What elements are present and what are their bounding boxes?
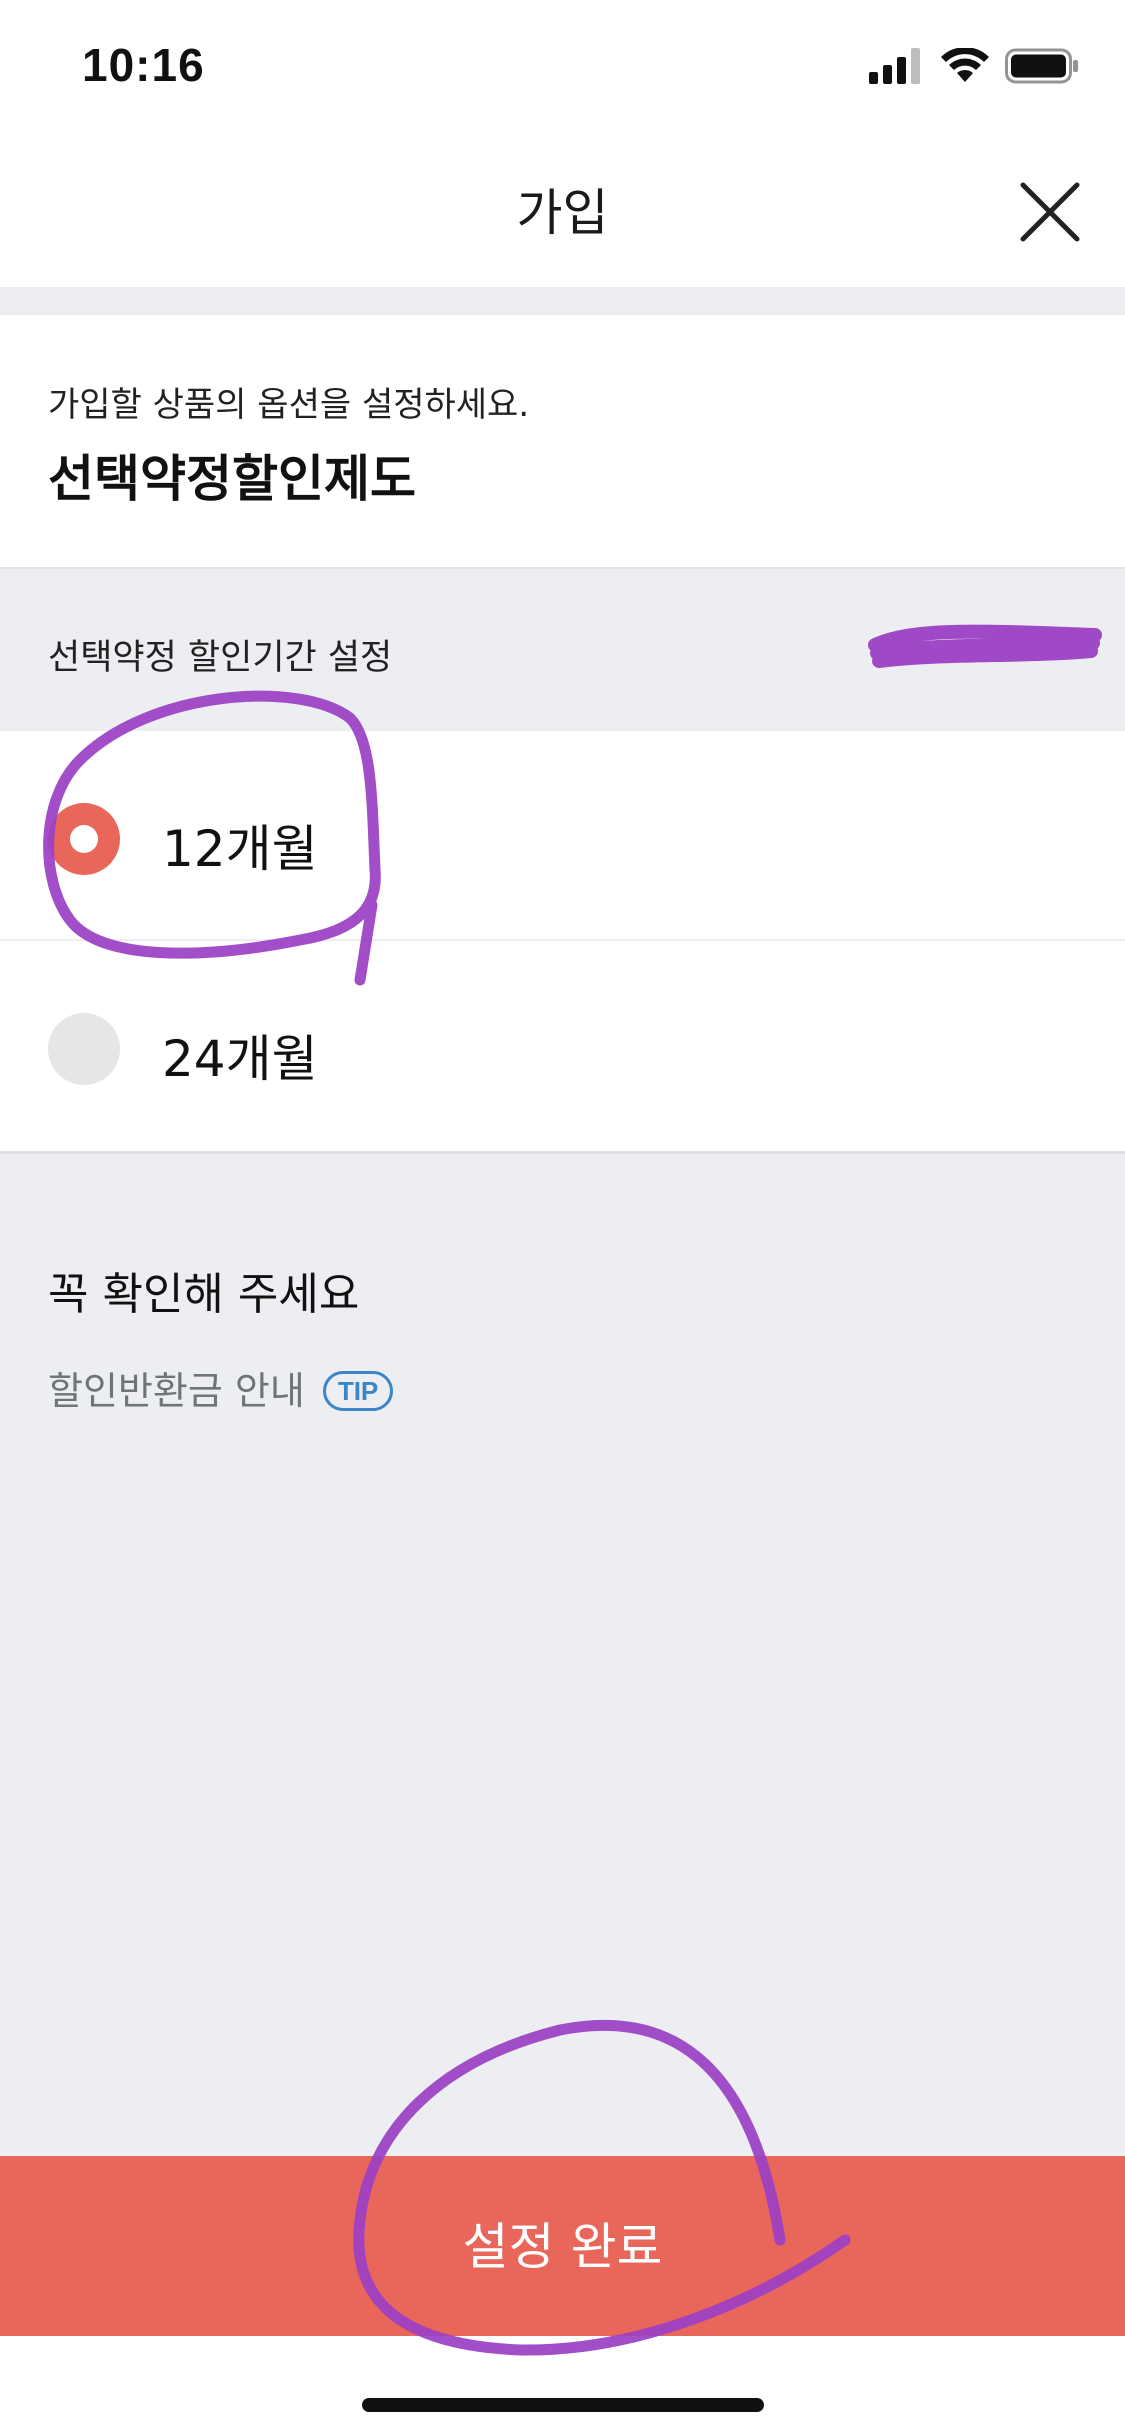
- refund-info-label: 할인반환금 안내: [48, 1369, 305, 1413]
- radio-selected[interactable]: [48, 803, 120, 875]
- close-button[interactable]: [1013, 175, 1087, 249]
- section-gap: [0, 287, 1125, 315]
- option-label: 24개월: [162, 1030, 318, 1088]
- product-section: 가입할 상품의 옵션을 설정하세요. 선택약정할인제도: [0, 315, 1125, 569]
- home-indicator: [362, 2398, 764, 2412]
- option-12-months[interactable]: 12개월: [0, 731, 1125, 941]
- product-title: 선택약정할인제도: [48, 450, 416, 508]
- period-setting-header: 선택약정 할인기간 설정: [0, 569, 1125, 731]
- battery-icon: [1005, 48, 1078, 84]
- header: 가입: [0, 135, 1125, 287]
- status-bar: 10:16: [0, 0, 1125, 135]
- product-subtitle: 가입할 상품의 옵션을 설정하세요.: [48, 385, 530, 425]
- refund-info-link[interactable]: 할인반환금 안내 TIP: [48, 1360, 394, 1415]
- radio-unselected[interactable]: [48, 1013, 120, 1085]
- option-24-months[interactable]: 24개월: [0, 941, 1125, 1151]
- option-label: 12개월: [162, 820, 318, 878]
- status-icons: [869, 48, 1079, 88]
- notice-title: 꼭 확인해 주세요: [48, 1269, 360, 1320]
- confirm-button[interactable]: 설정 완료: [0, 2156, 1125, 2336]
- period-setting-label: 선택약정 할인기간 설정: [48, 638, 393, 678]
- redaction-scribble: [868, 624, 1102, 668]
- period-options: 12개월 24개월: [0, 731, 1125, 1151]
- cellular-signal-icon: [869, 48, 920, 84]
- signup-option-screen: 10:16 가입 가입할 상품의 옵션을 설정하세요. 선택약정할인제도 선택약…: [0, 0, 1125, 2436]
- status-time: 10:16: [82, 39, 205, 91]
- close-icon: [1020, 182, 1080, 242]
- notice-area: 꼭 확인해 주세요 할인반환금 안내 TIP: [0, 1154, 1125, 2156]
- bottom-safe-area: [0, 2336, 1125, 2436]
- page-title: 가입: [516, 184, 609, 242]
- wifi-icon: [941, 48, 989, 82]
- tip-badge[interactable]: TIP: [322, 1371, 394, 1411]
